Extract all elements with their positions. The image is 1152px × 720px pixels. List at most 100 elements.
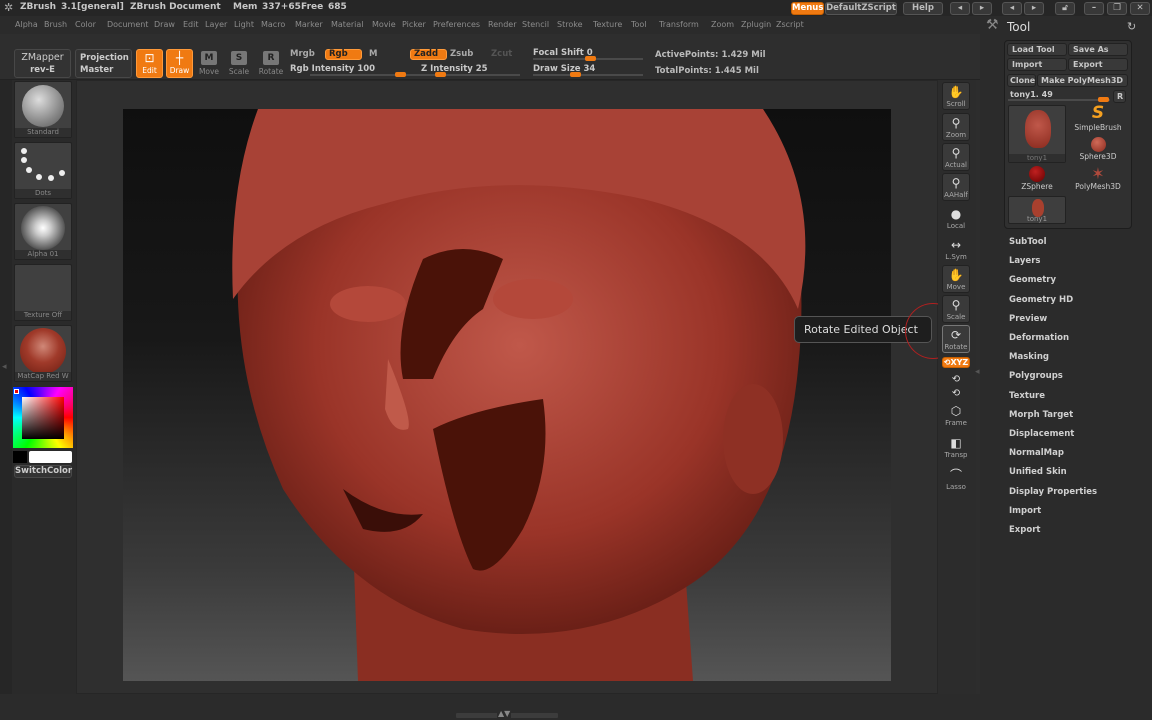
section-geometry-hd[interactable]: Geometry HD	[1009, 295, 1073, 305]
document-canvas[interactable]	[123, 109, 891, 681]
tool-panel-title[interactable]: Tool	[1007, 20, 1030, 34]
reset-icon[interactable]: ↻	[1127, 20, 1136, 33]
rgb-intensity-label[interactable]: Rgb Intensity 100	[290, 64, 375, 74]
menu-draw[interactable]: Draw	[154, 20, 175, 29]
bottom-tray-toggle-icon[interactable]: ▲▼	[497, 709, 512, 718]
transp-button[interactable]: ◧ Transp	[942, 434, 970, 462]
tray-left-icon[interactable]: ◂	[950, 2, 970, 15]
section-preview[interactable]: Preview	[1009, 314, 1047, 324]
section-unified-skin[interactable]: Unified Skin	[1009, 467, 1067, 477]
zcut-button[interactable]: Zcut	[491, 49, 512, 59]
mrgb-button[interactable]: Mrgb	[290, 49, 315, 59]
tool-polymesh3d[interactable]: ✶ PolyMesh3D	[1068, 166, 1128, 192]
menu-render[interactable]: Render	[488, 20, 516, 29]
import-button[interactable]: Import	[1007, 58, 1067, 71]
export-button[interactable]: Export	[1068, 58, 1128, 71]
z-intensity-knob[interactable]	[435, 72, 446, 77]
menu-document[interactable]: Document	[107, 20, 148, 29]
menu-color[interactable]: Color	[75, 20, 96, 29]
lsym-button[interactable]: ↔ L.Sym	[942, 236, 970, 264]
color-saturation-square[interactable]	[22, 397, 64, 439]
section-masking[interactable]: Masking	[1009, 352, 1049, 362]
switch-color-button[interactable]: SwitchColor	[14, 465, 72, 478]
section-import[interactable]: Import	[1009, 506, 1041, 516]
material-thumb[interactable]: MatCap Red W	[14, 325, 72, 382]
section-geometry[interactable]: Geometry	[1009, 275, 1056, 285]
tool-thumb-tony1[interactable]: tony1	[1008, 105, 1066, 163]
alpha-thumb[interactable]: Alpha 01	[14, 203, 72, 260]
menu-zplugin[interactable]: Zplugin	[741, 20, 771, 29]
clone-button[interactable]: Clone	[1007, 74, 1036, 87]
menu-tool[interactable]: Tool	[631, 20, 647, 29]
section-texture[interactable]: Texture	[1009, 391, 1045, 401]
move-button[interactable]: M Move	[197, 51, 221, 76]
default-zscript-button[interactable]: DefaultZScript	[825, 2, 897, 15]
menu-stencil[interactable]: Stencil	[522, 20, 549, 29]
actual-button[interactable]: ⚲ Actual	[942, 143, 970, 171]
frame-button[interactable]: ⬡ Frame	[942, 402, 970, 430]
save-as-button[interactable]: Save As	[1068, 43, 1128, 56]
focal-shift-slider[interactable]	[533, 56, 643, 61]
section-deformation[interactable]: Deformation	[1009, 333, 1069, 343]
primary-color-swatch[interactable]	[13, 451, 27, 463]
scale-view-button[interactable]: ⚲ Scale	[942, 295, 970, 323]
left-tray-handle[interactable]	[0, 80, 12, 720]
section-normalmap[interactable]: NormalMap	[1009, 448, 1064, 458]
window-right-icon[interactable]: ▸	[1024, 2, 1044, 15]
texture-thumb[interactable]: Texture Off	[14, 264, 72, 321]
section-morph-target[interactable]: Morph Target	[1009, 410, 1073, 420]
r-button[interactable]: R	[1113, 90, 1126, 103]
window-left-icon[interactable]: ◂	[1002, 2, 1022, 15]
menu-alpha[interactable]: Alpha	[15, 20, 38, 29]
menus-button[interactable]: Menus	[791, 2, 824, 15]
section-displacement[interactable]: Displacement	[1009, 429, 1074, 439]
scroll-button[interactable]: ✋ Scroll	[942, 82, 970, 110]
color-picker[interactable]	[13, 387, 73, 448]
rgb-button[interactable]: Rgb	[325, 49, 362, 60]
projection-master-button[interactable]: Projection Master	[75, 49, 132, 78]
restore-icon[interactable]: ❐	[1107, 2, 1127, 15]
lock-icon[interactable]: 🔓︎	[1055, 2, 1075, 15]
rotate-y-button[interactable]: ⟲	[942, 370, 970, 385]
tool-simplebrush[interactable]: S SimpleBrush	[1070, 104, 1126, 133]
draw-size-slider[interactable]	[533, 72, 643, 77]
rotate-button[interactable]: R Rotate	[257, 51, 285, 76]
menu-marker[interactable]: Marker	[295, 20, 323, 29]
minimize-icon[interactable]: –	[1084, 2, 1104, 15]
xyz-button[interactable]: ⟲XYZ	[942, 357, 970, 368]
zsub-button[interactable]: Zsub	[450, 49, 473, 59]
menu-zscript[interactable]: Zscript	[776, 20, 804, 29]
zadd-button[interactable]: Zadd	[410, 49, 447, 60]
tool-zsphere[interactable]: ZSphere	[1008, 166, 1066, 191]
m-button[interactable]: M	[369, 49, 377, 59]
section-polygroups[interactable]: Polygroups	[1009, 371, 1063, 381]
zmapper-button[interactable]: ZMapper rev-E	[14, 49, 71, 78]
move-view-button[interactable]: ✋ Move	[942, 265, 970, 293]
menu-brush[interactable]: Brush	[44, 20, 67, 29]
menu-picker[interactable]: Picker	[402, 20, 426, 29]
load-tool-button[interactable]: Load Tool	[1007, 43, 1067, 56]
brush-thumb[interactable]: Standard	[14, 81, 72, 138]
section-subtool[interactable]: SubTool	[1009, 237, 1047, 247]
section-layers[interactable]: Layers	[1009, 256, 1040, 266]
rgb-intensity-slider[interactable]	[310, 72, 410, 77]
focal-shift-knob[interactable]	[585, 56, 596, 61]
menu-movie[interactable]: Movie	[372, 20, 396, 29]
rgb-intensity-knob[interactable]	[395, 72, 406, 77]
rotate-z-button[interactable]: ⟲	[942, 384, 970, 399]
menu-transform[interactable]: Transform	[659, 20, 699, 29]
tool-sphere3d[interactable]: Sphere3D	[1070, 137, 1126, 161]
left-tray-arrow-icon[interactable]: ◂	[2, 362, 7, 372]
tool-slider[interactable]	[1008, 97, 1110, 102]
rotate-view-button[interactable]: ⟳ Rotate	[942, 325, 970, 353]
section-display-properties[interactable]: Display Properties	[1009, 487, 1097, 497]
focal-shift-label[interactable]: Focal Shift 0	[533, 48, 593, 58]
local-button[interactable]: ● Local	[942, 205, 970, 233]
menu-texture[interactable]: Texture	[593, 20, 622, 29]
menu-material[interactable]: Material	[331, 20, 364, 29]
help-button[interactable]: Help	[903, 2, 943, 15]
close-icon[interactable]: ✕	[1130, 2, 1150, 15]
menu-edit[interactable]: Edit	[183, 20, 199, 29]
z-intensity-label[interactable]: Z Intensity 25	[421, 64, 488, 74]
menu-macro[interactable]: Macro	[261, 20, 285, 29]
